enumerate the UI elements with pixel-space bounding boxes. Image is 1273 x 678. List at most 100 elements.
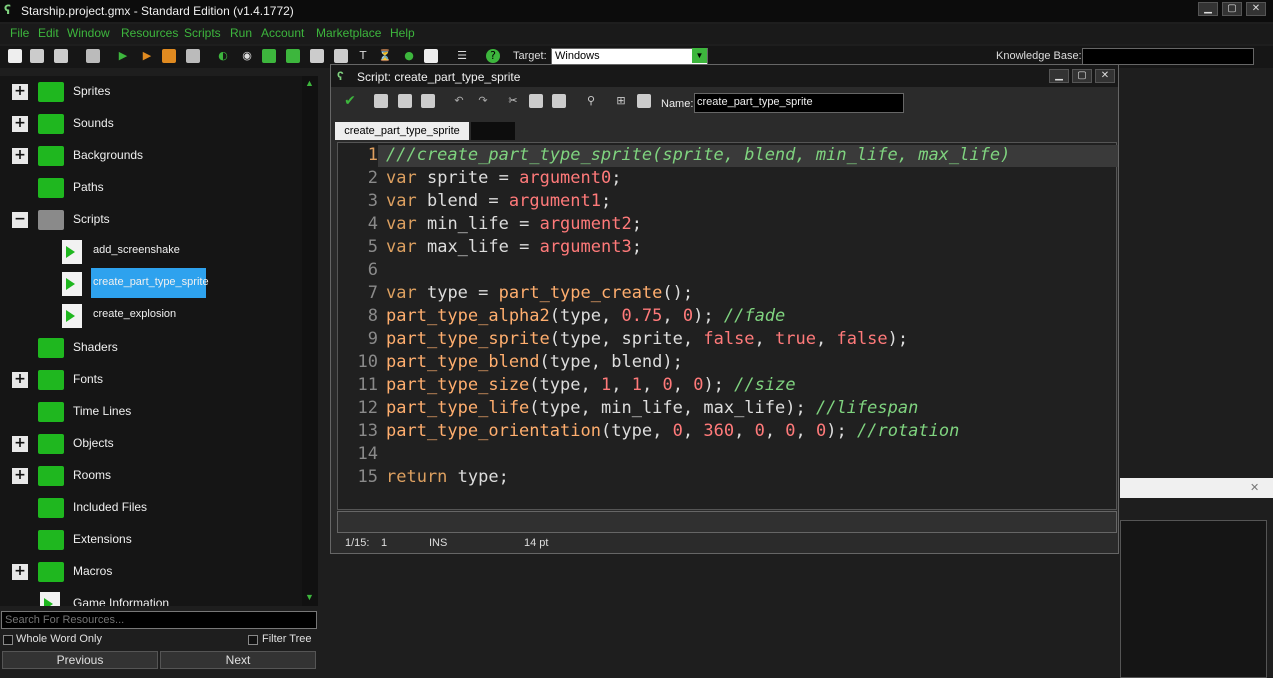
help-icon[interactable]: ? — [486, 49, 500, 63]
copy-icon[interactable] — [529, 94, 543, 108]
save-icon[interactable] — [398, 94, 412, 108]
knowledge-base-input[interactable] — [1082, 48, 1254, 65]
tree-item-create-part-type-sprite[interactable]: create_part_type_sprite — [0, 268, 300, 300]
menu-run[interactable]: Run — [230, 26, 252, 40]
find-icon[interactable]: ⚲ — [584, 94, 598, 108]
add-object-icon[interactable]: ● — [402, 49, 416, 63]
line-number: 9 — [367, 329, 378, 349]
code-line: part_type_blend(type, blend); — [386, 352, 683, 372]
go-to-line-icon[interactable]: ⊞ — [614, 94, 628, 108]
tree-item-shaders[interactable]: Shaders — [0, 332, 300, 364]
expand-icon[interactable]: + — [12, 468, 28, 484]
create-executable-icon[interactable] — [86, 49, 100, 63]
tree-item-macros[interactable]: + Macros — [0, 556, 300, 588]
add-shader-icon[interactable] — [334, 49, 348, 63]
add-sound-icon[interactable]: ◉ — [240, 49, 254, 63]
gamemaker-icon: ʕ — [337, 69, 344, 83]
expand-icon[interactable]: + — [12, 436, 28, 452]
editor-close-button[interactable]: ✕ — [1095, 69, 1115, 83]
tree-item-sounds[interactable]: + Sounds — [0, 108, 300, 140]
redo-icon[interactable]: ↷ — [476, 94, 490, 108]
tree-item-sprites[interactable]: + Sprites — [0, 76, 300, 108]
menu-resources[interactable]: Resources — [121, 26, 178, 40]
tree-item-objects[interactable]: + Objects — [0, 428, 300, 460]
add-font-icon[interactable]: T — [356, 49, 370, 63]
menu-account[interactable]: Account — [261, 26, 304, 40]
clean-icon[interactable] — [186, 49, 200, 63]
open-icon[interactable] — [30, 49, 44, 63]
load-icon[interactable] — [374, 94, 388, 108]
game-info-icon[interactable]: ☰ — [455, 49, 469, 63]
ok-check-icon[interactable]: ✔ — [343, 94, 357, 108]
debug-icon[interactable]: ▶ — [140, 49, 154, 63]
background-panel: ✕ — [1120, 478, 1273, 498]
scroll-up-icon[interactable]: ▲ — [305, 78, 314, 88]
tree-item-included-files[interactable]: Included Files — [0, 492, 300, 524]
editor-horizontal-scrollbar[interactable] — [337, 511, 1117, 533]
resource-search-input[interactable] — [1, 611, 317, 629]
menu-window[interactable]: Window — [67, 26, 110, 40]
maximize-button[interactable]: ▢ — [1222, 2, 1242, 16]
save-icon[interactable] — [54, 49, 68, 63]
chevron-down-icon[interactable]: ▼ — [692, 48, 707, 63]
line-number: 3 — [367, 191, 378, 211]
collapse-icon[interactable]: − — [12, 212, 28, 228]
scroll-down-icon[interactable]: ▼ — [305, 592, 314, 602]
menu-file[interactable]: File — [10, 26, 29, 40]
tree-item-time-lines[interactable]: Time Lines — [0, 396, 300, 428]
script-options-icon[interactable] — [637, 94, 651, 108]
menu-edit[interactable]: Edit — [38, 26, 59, 40]
script-name-input[interactable]: create_part_type_sprite — [694, 93, 904, 113]
tab-empty[interactable] — [471, 122, 515, 140]
previous-button[interactable]: Previous — [2, 651, 158, 669]
menu-marketplace[interactable]: Marketplace — [316, 26, 381, 40]
add-room-icon[interactable] — [424, 49, 438, 63]
add-sprite-icon[interactable]: ◐ — [216, 49, 230, 63]
filter-tree-checkbox[interactable] — [248, 635, 258, 645]
tree-item-backgrounds[interactable]: + Backgrounds — [0, 140, 300, 172]
cut-icon[interactable]: ✂ — [506, 94, 520, 108]
tree-item-rooms[interactable]: + Rooms — [0, 460, 300, 492]
run-icon[interactable]: ▶ — [116, 49, 130, 63]
tree-item-create-explosion[interactable]: create_explosion — [0, 300, 300, 332]
add-background-icon[interactable] — [262, 49, 276, 63]
tab-create-part-type-sprite[interactable]: create_part_type_sprite — [335, 122, 469, 140]
print-icon[interactable] — [421, 94, 435, 108]
editor-minimize-button[interactable]: ▁ — [1049, 69, 1069, 83]
close-button[interactable]: ✕ — [1246, 2, 1266, 16]
expand-icon[interactable]: + — [12, 372, 28, 388]
menu-help[interactable]: Help — [390, 26, 415, 40]
folder-icon — [38, 370, 64, 390]
tree-item-extensions[interactable]: Extensions — [0, 524, 300, 556]
editor-maximize-button[interactable]: ▢ — [1072, 69, 1092, 83]
tree-item-game-information[interactable]: Game Information — [0, 588, 300, 606]
expand-icon[interactable]: + — [12, 148, 28, 164]
background-panel-dark — [1120, 520, 1267, 678]
expand-icon[interactable]: + — [12, 84, 28, 100]
expand-icon[interactable]: + — [12, 564, 28, 580]
new-file-icon[interactable] — [8, 49, 22, 63]
resource-tree: + Sprites + Sounds + Backgrounds Paths −… — [0, 76, 302, 606]
minimize-button[interactable]: ▁ — [1198, 2, 1218, 16]
stop-icon[interactable] — [162, 49, 176, 63]
line-number: 4 — [367, 214, 378, 234]
tree-item-fonts[interactable]: + Fonts — [0, 364, 300, 396]
add-script-icon[interactable] — [310, 49, 324, 63]
close-icon[interactable]: ✕ — [1250, 481, 1259, 494]
expand-icon[interactable]: + — [12, 116, 28, 132]
tree-item-add-screenshake[interactable]: add_screenshake — [0, 236, 300, 268]
whole-word-checkbox[interactable] — [3, 635, 13, 645]
undo-icon[interactable]: ↶ — [452, 94, 466, 108]
tree-item-scripts[interactable]: − Scripts — [0, 204, 300, 236]
script-icon — [62, 304, 82, 328]
tree-item-paths[interactable]: Paths — [0, 172, 300, 204]
add-path-icon[interactable] — [286, 49, 300, 63]
tree-scrollbar[interactable]: ▲ ▼ — [302, 76, 318, 606]
code-editor[interactable]: 1 ///create_part_type_sprite(sprite, blen… — [337, 142, 1118, 510]
menu-scripts[interactable]: Scripts — [184, 26, 221, 40]
target-select[interactable]: Windows — [551, 48, 708, 65]
paste-icon[interactable] — [552, 94, 566, 108]
add-timeline-icon[interactable]: ⏳ — [378, 49, 392, 63]
next-button[interactable]: Next — [160, 651, 316, 669]
code-line: part_type_life(type, min_life, max_life)… — [386, 398, 919, 418]
